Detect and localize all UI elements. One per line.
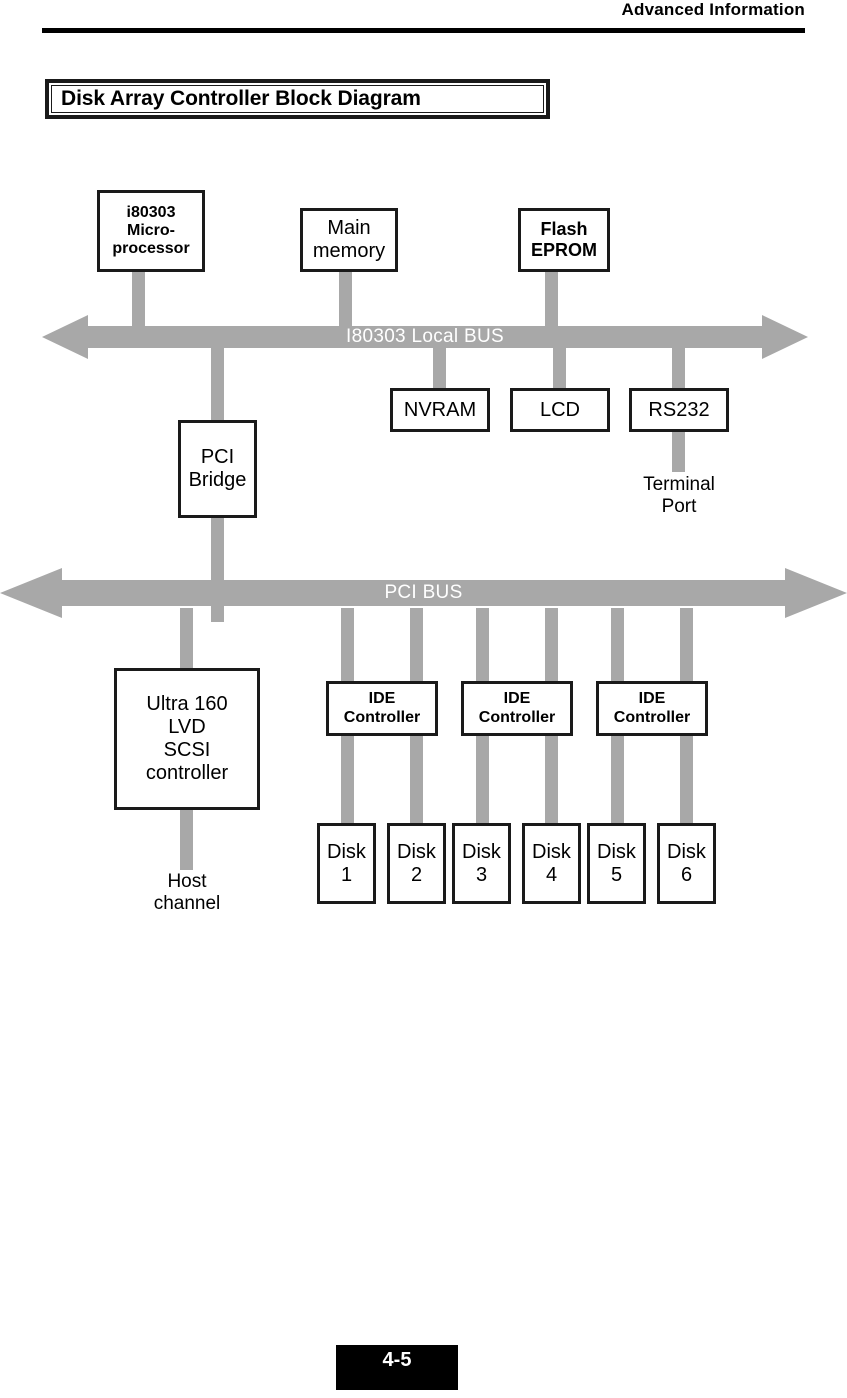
- block-main-memory-line-2: memory: [312, 240, 386, 262]
- block-disk-4: Disk 4: [522, 823, 581, 904]
- block-disk-5: Disk 5: [587, 823, 646, 904]
- block-scsi-controller-line-1: Ultra 160: [146, 693, 228, 716]
- local-bus-arrow: I80303 Local BUS: [42, 313, 808, 361]
- block-scsi-controller: Ultra 160 LVD SCSI controller: [114, 668, 260, 810]
- block-ide-controller-2-line-1: IDE: [503, 690, 531, 708]
- running-header-title: Advanced Information: [621, 0, 805, 19]
- connector-rs232-to-terminal-port: [672, 430, 685, 472]
- caption-host-channel-line-1: Host: [167, 871, 207, 892]
- footer-page-number-box: 4-5: [336, 1345, 458, 1390]
- block-ide-controller-1: IDE Controller: [326, 681, 438, 736]
- diagram-title-text: Disk Array Controller Block Diagram: [61, 87, 421, 110]
- pci-bus-arrow: PCI BUS: [0, 566, 847, 620]
- connector-scsi-controller-to-host-channel: [180, 808, 193, 870]
- block-disk-6-line-1: Disk: [667, 840, 706, 863]
- block-ide-controller-3: IDE Controller: [596, 681, 708, 736]
- block-pci-bridge: PCI Bridge: [178, 420, 257, 518]
- caption-host-channel-line-2: channel: [153, 893, 221, 915]
- block-disk-1-line-2: 1: [340, 863, 353, 886]
- block-disk-1-line-1: Disk: [327, 840, 366, 863]
- caption-host-channel: Host channel: [124, 871, 250, 916]
- block-ide-controller-1-line-1: IDE: [368, 690, 396, 708]
- caption-terminal-port-line-2: Port: [661, 496, 697, 518]
- block-disk-3-line-2: 3: [475, 863, 488, 886]
- block-rs232-label: RS232: [648, 398, 710, 421]
- block-disk-2-line-2: 2: [410, 863, 423, 886]
- block-flash-eprom-line-1: Flash: [540, 219, 588, 240]
- block-disk-2: Disk 2: [387, 823, 446, 904]
- block-disk-5-line-1: Disk: [597, 840, 636, 863]
- block-main-memory-line-1: Main: [327, 217, 371, 240]
- block-microprocessor-line-2: Micro-: [127, 221, 175, 239]
- block-flash-eprom: Flash EPROM: [518, 208, 610, 272]
- block-disk-4-line-2: 4: [545, 863, 558, 886]
- block-ide-controller-1-line-2: Controller: [343, 708, 421, 726]
- block-scsi-controller-line-2: LVD: [168, 716, 206, 739]
- block-ide-controller-2-line-2: Controller: [478, 708, 556, 726]
- block-ide-controller-3-line-2: Controller: [613, 708, 691, 726]
- block-disk-4-line-1: Disk: [532, 840, 571, 863]
- block-nvram: NVRAM: [390, 388, 490, 432]
- block-disk-5-line-2: 5: [610, 863, 623, 886]
- block-disk-2-line-1: Disk: [397, 840, 436, 863]
- block-rs232: RS232: [629, 388, 729, 432]
- diagram-title-box: Disk Array Controller Block Diagram: [45, 79, 550, 119]
- header-rule: [42, 28, 805, 33]
- block-scsi-controller-line-4: controller: [145, 761, 229, 784]
- block-microprocessor: i80303 Micro- processor: [97, 190, 205, 272]
- block-main-memory: Main memory: [300, 208, 398, 272]
- block-microprocessor-line-1: i80303: [126, 203, 176, 221]
- block-scsi-controller-line-3: SCSI: [163, 739, 211, 761]
- block-disk-6-line-2: 6: [680, 863, 693, 886]
- block-disk-6: Disk 6: [657, 823, 716, 904]
- block-microprocessor-line-3: processor: [112, 240, 190, 258]
- block-pci-bridge-line-2: Bridge: [188, 469, 247, 491]
- block-lcd-label: LCD: [539, 398, 580, 421]
- footer-page-number: 4-5: [382, 1349, 412, 1371]
- caption-terminal-port-line-1: Terminal: [643, 474, 715, 495]
- caption-terminal-port: Terminal Port: [616, 474, 742, 519]
- block-disk-3-line-1: Disk: [462, 840, 501, 863]
- block-lcd: LCD: [510, 388, 610, 432]
- block-disk-1: Disk 1: [317, 823, 376, 904]
- block-disk-3: Disk 3: [452, 823, 511, 904]
- block-ide-controller-2: IDE Controller: [461, 681, 573, 736]
- block-nvram-label: NVRAM: [403, 398, 477, 421]
- block-pci-bridge-line-1: PCI: [200, 446, 235, 469]
- document-page: Advanced Information Disk Array Controll…: [0, 0, 847, 1398]
- block-ide-controller-3-line-1: IDE: [638, 690, 666, 708]
- diagram-title-inner-border: Disk Array Controller Block Diagram: [51, 85, 544, 113]
- block-flash-eprom-line-2: EPROM: [530, 240, 597, 260]
